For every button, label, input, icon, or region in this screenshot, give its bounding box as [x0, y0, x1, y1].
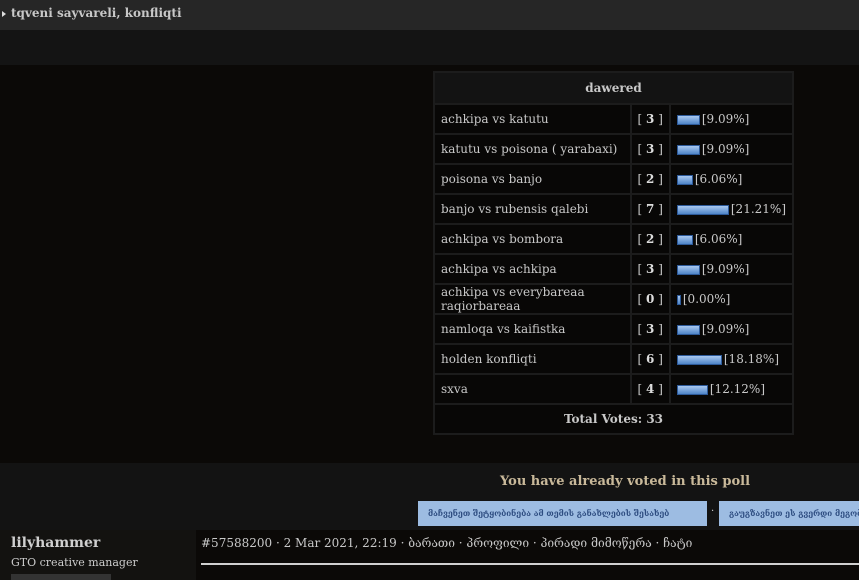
- option-result: [9.09%]: [668, 103, 795, 135]
- send-page-button[interactable]: გაუგზავნეთ ეს გვერდი მეგობარს: [719, 501, 859, 526]
- result-bar: [676, 354, 722, 365]
- poll-option-row: holden konfliqti [ 6 ] [18.18%]: [433, 343, 795, 375]
- vote-count: 3: [646, 142, 655, 156]
- poll-option-row: achkipa vs everybareaa raqiorbareaa [ 0 …: [433, 283, 795, 315]
- option-label: achkipa vs everybareaa raqiorbareaa: [433, 283, 632, 315]
- vote-count: 3: [646, 262, 655, 276]
- poll-option-row: poisona vs banjo [ 2 ] [6.06%]: [433, 163, 795, 195]
- option-votes: [ 6 ]: [629, 343, 671, 375]
- notify-button[interactable]: მაჩვენეთ შეტყობინება ამ თემის განახლების…: [418, 501, 707, 526]
- option-votes: [ 7 ]: [629, 193, 671, 225]
- option-label: achkipa vs katutu: [433, 103, 632, 135]
- option-label: achkipa vs achkipa: [433, 253, 632, 285]
- post-author[interactable]: lilyhammer: [11, 535, 100, 551]
- option-percent: [21.21%]: [730, 202, 786, 216]
- poll-total-votes: Total Votes: 33: [433, 403, 794, 435]
- result-bar: [676, 264, 700, 275]
- option-result: [9.09%]: [668, 253, 795, 285]
- poll-table: dawered achkipa vs katutu [ 3 ] [9.09%] k…: [433, 71, 795, 435]
- divider: [201, 563, 859, 565]
- poll-option-row: katutu vs poisona ( yarabaxi) [ 3 ] [9.0…: [433, 133, 795, 165]
- option-label: namloqa vs kaifistka: [433, 313, 632, 345]
- result-bar: [676, 144, 700, 155]
- poll-question: dawered: [433, 71, 794, 105]
- option-percent: [9.09%]: [701, 322, 750, 336]
- vote-count: 2: [646, 172, 655, 186]
- result-bar: [676, 204, 729, 215]
- result-bar: [676, 294, 681, 305]
- vote-count: 0: [646, 292, 655, 306]
- option-result: [12.12%]: [668, 373, 795, 405]
- poll-option-row: banjo vs rubensis qalebi [ 7 ] [21.21%]: [433, 193, 795, 225]
- topic-title: tqveni sayvareli, konfliqti: [11, 6, 182, 20]
- option-label: banjo vs rubensis qalebi: [433, 193, 632, 225]
- option-percent: [9.09%]: [701, 112, 750, 126]
- vote-count: 6: [646, 352, 655, 366]
- option-votes: [ 3 ]: [629, 313, 671, 345]
- result-bar: [676, 174, 693, 185]
- header-band: [0, 30, 859, 65]
- vote-count: 2: [646, 232, 655, 246]
- option-label: katutu vs poisona ( yarabaxi): [433, 133, 632, 165]
- vote-count: 4: [646, 382, 655, 396]
- poll-option-row: achkipa vs achkipa [ 3 ] [9.09%]: [433, 253, 795, 285]
- option-votes: [ 4 ]: [629, 373, 671, 405]
- topic-header: tqveni sayvareli, konfliqti: [0, 0, 859, 30]
- option-percent: [18.18%]: [723, 352, 779, 366]
- result-bar: [676, 384, 708, 395]
- author-role: GTO creative manager: [11, 556, 138, 569]
- option-votes: [ 3 ]: [629, 103, 671, 135]
- option-result: [9.09%]: [668, 133, 795, 165]
- option-result: [21.21%]: [668, 193, 795, 225]
- option-votes: [ 0 ]: [629, 283, 671, 315]
- option-votes: [ 3 ]: [629, 253, 671, 285]
- option-percent: [6.06%]: [694, 232, 743, 246]
- vote-count: 3: [646, 112, 655, 126]
- post-meta[interactable]: #57588200 · 2 Mar 2021, 22:19 · ბარათი ·…: [201, 536, 692, 550]
- voted-message: You have already voted in this poll: [500, 474, 751, 489]
- option-percent: [9.09%]: [701, 262, 750, 276]
- result-bar: [676, 234, 693, 245]
- option-label: holden konfliqti: [433, 343, 632, 375]
- poll-option-row: sxva [ 4 ] [12.12%]: [433, 373, 795, 405]
- option-label: sxva: [433, 373, 632, 405]
- vote-count: 3: [646, 322, 655, 336]
- option-result: [9.09%]: [668, 313, 795, 345]
- option-percent: [0.00%]: [682, 292, 731, 306]
- option-percent: [9.09%]: [701, 142, 750, 156]
- vote-count: 7: [646, 202, 655, 216]
- option-result: [0.00%]: [668, 283, 795, 315]
- collapse-arrow-icon[interactable]: [2, 11, 6, 17]
- result-bar: [676, 114, 700, 125]
- option-votes: [ 2 ]: [629, 223, 671, 255]
- option-votes: [ 2 ]: [629, 163, 671, 195]
- option-result: [18.18%]: [668, 343, 795, 375]
- option-label: achkipa vs bombora: [433, 223, 632, 255]
- option-result: [6.06%]: [668, 163, 795, 195]
- poll-option-row: achkipa vs bombora [ 2 ] [6.06%]: [433, 223, 795, 255]
- option-votes: [ 3 ]: [629, 133, 671, 165]
- option-percent: [6.06%]: [694, 172, 743, 186]
- button-separator: ·: [711, 506, 715, 517]
- option-label: poisona vs banjo: [433, 163, 632, 195]
- poll-option-row: achkipa vs katutu [ 3 ] [9.09%]: [433, 103, 795, 135]
- result-bar: [676, 324, 700, 335]
- avatar: [11, 574, 111, 580]
- option-result: [6.06%]: [668, 223, 795, 255]
- poll-option-row: namloqa vs kaifistka [ 3 ] [9.09%]: [433, 313, 795, 345]
- option-percent: [12.12%]: [709, 382, 765, 396]
